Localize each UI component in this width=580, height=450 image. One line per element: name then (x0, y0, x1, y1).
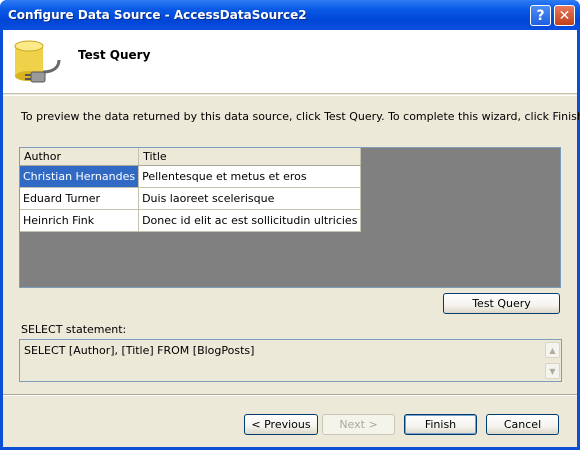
next-button[interactable]: Next > (322, 414, 395, 435)
grid-header-row: Author Title (20, 148, 362, 166)
previous-button[interactable]: < Previous (244, 414, 318, 435)
select-statement-text: SELECT [Author], [Title] FROM [BlogPosts… (24, 344, 255, 357)
window-title: Configure Data Source - AccessDataSource… (8, 8, 307, 22)
test-query-button[interactable]: Test Query (443, 293, 560, 314)
instructions-text: To preview the data returned by this dat… (21, 110, 580, 123)
table-row[interactable]: Heinrich Fink Donec id elit ac est solli… (20, 209, 362, 232)
table-row[interactable]: Christian Hernandes Pellentesque et metu… (20, 165, 362, 188)
header-divider (3, 95, 577, 96)
help-button[interactable]: ? (530, 5, 551, 26)
dialog-body: Test Query To preview the data returned … (3, 30, 580, 447)
cell-title[interactable]: Donec id elit ac est sollicitudin ultric… (138, 209, 362, 232)
column-header-title[interactable]: Title (138, 148, 362, 166)
results-grid[interactable]: Author Title Christian Hernandes Pellent… (19, 147, 561, 288)
results-table: Author Title Christian Hernandes Pellent… (20, 148, 362, 232)
scroll-up-icon[interactable]: ▲ (545, 342, 560, 358)
cell-author[interactable]: Heinrich Fink (20, 209, 140, 232)
finish-button[interactable]: Finish (404, 414, 477, 435)
title-bar[interactable]: Configure Data Source - AccessDataSource… (0, 0, 580, 30)
cell-title[interactable]: Pellentesque et metus et eros (138, 165, 362, 188)
database-connection-icon (14, 40, 61, 83)
column-header-author[interactable]: Author (20, 148, 140, 166)
select-statement-label: SELECT statement: (21, 323, 127, 336)
close-button[interactable]: ✕ (554, 5, 575, 26)
page-title: Test Query (78, 48, 151, 62)
wizard-window: Configure Data Source - AccessDataSource… (0, 0, 580, 450)
wizard-header: Test Query (3, 30, 577, 94)
footer-divider-highlight (3, 395, 577, 396)
scroll-down-icon[interactable]: ▼ (545, 363, 560, 379)
select-statement-field[interactable]: SELECT [Author], [Title] FROM [BlogPosts… (19, 339, 562, 382)
cancel-button[interactable]: Cancel (486, 414, 559, 435)
table-row[interactable]: Eduard Turner Duis laoreet scelerisque (20, 187, 362, 210)
cell-author[interactable]: Christian Hernandes (20, 165, 140, 188)
cell-author[interactable]: Eduard Turner (20, 187, 140, 210)
cell-title[interactable]: Duis laoreet scelerisque (138, 187, 362, 210)
